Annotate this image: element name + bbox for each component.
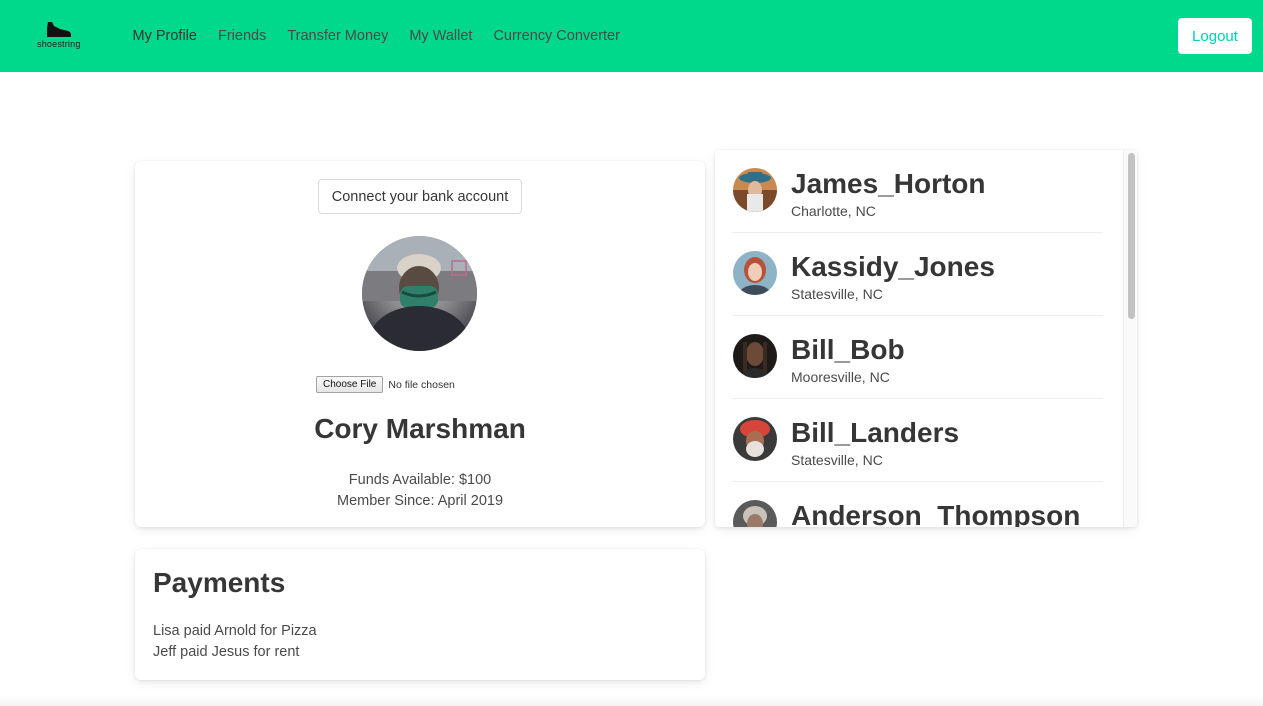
friend-location: Statesville, NC <box>791 452 883 468</box>
sneaker-icon <box>47 22 71 37</box>
friend-name[interactable]: Bill_Bob <box>791 334 905 366</box>
friend-name[interactable]: Kassidy_Jones <box>791 251 995 283</box>
friends-panel: James_Horton Charlotte, NC Kassidy_Jones… <box>715 150 1137 527</box>
friends-scrollbar[interactable] <box>1123 150 1137 527</box>
payments-title: Payments <box>153 567 286 598</box>
member-since: Member Since: April 2019 <box>336 493 504 509</box>
friend-avatar <box>733 168 777 212</box>
friend-list: James_Horton Charlotte, NC Kassidy_Jones… <box>732 150 1103 527</box>
nav-friends[interactable]: Friends <box>207 28 276 44</box>
file-status-text: No file chosen <box>388 378 455 391</box>
friend-name[interactable]: Anderson_Thompson <box>791 500 1080 527</box>
logout-button[interactable]: Logout <box>1178 18 1252 54</box>
friend-location: Charlotte, NC <box>791 203 876 219</box>
file-upload-row: Choose File No file chosen <box>316 376 455 393</box>
brand-text: shoestring <box>37 39 81 49</box>
nav-transfer-money[interactable]: Transfer Money <box>277 28 399 44</box>
page-bottom-edge <box>0 696 1263 706</box>
nav-links: My Profile Friends Transfer Money My Wal… <box>122 0 630 72</box>
payments-card: Payments Lisa paid Arnold for Pizza Jeff… <box>135 549 705 680</box>
choose-file-button[interactable]: Choose File <box>316 376 384 393</box>
friend-name[interactable]: Bill_Landers <box>791 417 959 449</box>
friend-item[interactable]: Anderson_Thompson <box>732 482 1103 527</box>
friend-location: Statesville, NC <box>791 286 883 302</box>
nav-my-profile[interactable]: My Profile <box>122 28 207 44</box>
scrollbar-thumb[interactable] <box>1128 153 1135 319</box>
payment-item: Lisa paid Arnold for Pizza <box>153 623 317 639</box>
friend-avatar <box>733 417 777 461</box>
nav-my-wallet[interactable]: My Wallet <box>399 28 483 44</box>
profile-avatar <box>362 236 477 351</box>
friend-item[interactable]: Bill_Landers Statesville, NC <box>732 399 1103 482</box>
profile-name: Cory Marshman <box>314 413 526 444</box>
friend-item[interactable]: James_Horton Charlotte, NC <box>732 150 1103 233</box>
profile-info: Funds Available: $100 Member Since: Apri… <box>135 470 705 512</box>
friend-avatar <box>733 500 777 527</box>
top-navbar: shoestring My Profile Friends Transfer M… <box>0 0 1263 72</box>
friend-name[interactable]: James_Horton <box>791 168 986 200</box>
nav-currency-converter[interactable]: Currency Converter <box>483 28 631 44</box>
payment-item: Jeff paid Jesus for rent <box>153 644 300 660</box>
payment-list: Lisa paid Arnold for Pizza Jeff paid Jes… <box>153 621 317 663</box>
friend-avatar <box>733 251 777 295</box>
friend-item[interactable]: Kassidy_Jones Statesville, NC <box>732 233 1103 316</box>
brand-logo[interactable]: shoestring <box>30 18 92 54</box>
friend-location: Mooresville, NC <box>791 369 890 385</box>
friend-item[interactable]: Bill_Bob Mooresville, NC <box>732 316 1103 399</box>
friend-avatar <box>733 334 777 378</box>
funds-available: Funds Available: $100 <box>348 472 492 488</box>
connect-bank-button[interactable]: Connect your bank account <box>318 179 522 214</box>
profile-card: Connect your bank account Choose File No… <box>135 161 705 527</box>
